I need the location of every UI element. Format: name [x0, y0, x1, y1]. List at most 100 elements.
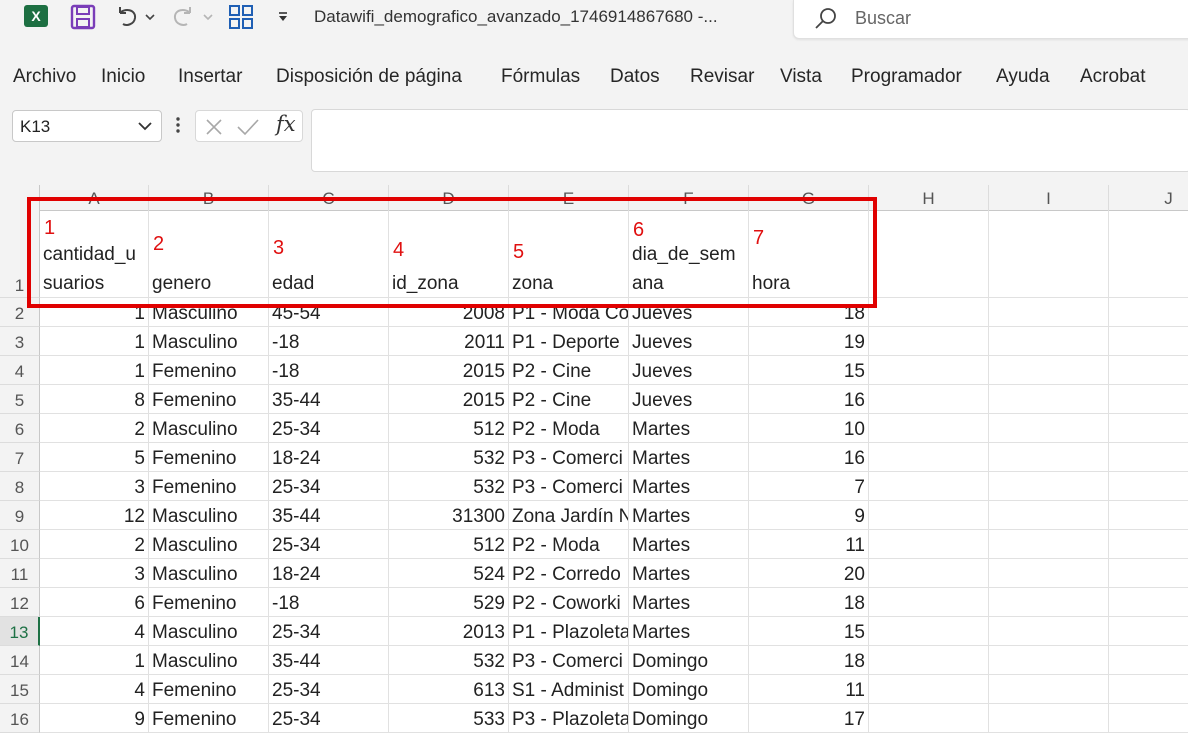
cell-zona[interactable]: S1 - Administ — [509, 675, 629, 704]
row-header-16[interactable]: 16 — [0, 704, 40, 733]
search-box[interactable]: Buscar — [793, 0, 1188, 39]
tab-ayuda[interactable]: Ayuda — [996, 66, 1050, 88]
cell-dia[interactable]: Martes — [629, 472, 749, 501]
cell-cantidad[interactable]: 1 — [40, 298, 149, 327]
cell-edad[interactable]: 25-34 — [269, 675, 389, 704]
chevron-down-icon[interactable] — [137, 119, 153, 137]
col-header-h[interactable]: H — [869, 185, 989, 211]
customize-icon[interactable] — [276, 4, 290, 30]
tab-archivo[interactable]: Archivo — [13, 66, 76, 88]
tab-disposicion[interactable]: Disposición de página — [276, 66, 462, 88]
row-header-12[interactable]: 12 — [0, 588, 40, 617]
cell-hora[interactable]: 18 — [749, 588, 869, 617]
cell-cantidad[interactable]: 1 — [40, 356, 149, 385]
row-header-6[interactable]: 6 — [0, 414, 40, 443]
header-cell[interactable]: 1 cantidad_u suarios — [40, 211, 149, 298]
cell-zona[interactable]: P2 - Moda — [509, 530, 629, 559]
cell-hora[interactable]: 15 — [749, 356, 869, 385]
cell-zona[interactable]: P1 - Plazoleta — [509, 617, 629, 646]
empty-cell[interactable] — [1109, 472, 1188, 501]
col-header-b[interactable]: B — [149, 185, 269, 211]
cell-dia[interactable]: Martes — [629, 501, 749, 530]
empty-cell[interactable] — [1109, 414, 1188, 443]
empty-cell[interactable] — [869, 530, 989, 559]
cell-dia[interactable]: Domingo — [629, 646, 749, 675]
cell-genero[interactable]: Femenino — [149, 385, 269, 414]
empty-cell[interactable] — [989, 327, 1109, 356]
cell-id-zona[interactable]: 2015 — [389, 356, 509, 385]
empty-cell[interactable] — [1109, 443, 1188, 472]
empty-cell[interactable] — [869, 298, 989, 327]
empty-cell[interactable] — [1109, 559, 1188, 588]
select-all-corner[interactable] — [0, 185, 40, 211]
cell-cantidad[interactable]: 8 — [40, 385, 149, 414]
cancel-icon[interactable] — [204, 117, 224, 142]
empty-cell[interactable] — [869, 385, 989, 414]
cell-id-zona[interactable]: 512 — [389, 530, 509, 559]
cell-genero[interactable]: Masculino — [149, 414, 269, 443]
row-header-3[interactable]: 3 — [0, 327, 40, 356]
cell-genero[interactable]: Femenino — [149, 472, 269, 501]
cell-zona[interactable]: P1 - Deporte — [509, 327, 629, 356]
redo-dropdown-icon[interactable] — [202, 4, 214, 30]
empty-cell[interactable] — [1109, 356, 1188, 385]
row-header-15[interactable]: 15 — [0, 675, 40, 704]
formula-input[interactable] — [311, 109, 1188, 172]
cell-cantidad[interactable]: 12 — [40, 501, 149, 530]
row-header-11[interactable]: 11 — [0, 559, 40, 588]
empty-cell[interactable] — [989, 675, 1109, 704]
col-header-i[interactable]: I — [989, 185, 1109, 211]
cell-cantidad[interactable]: 9 — [40, 704, 149, 733]
cell-dia[interactable]: Martes — [629, 588, 749, 617]
cell-zona[interactable]: P3 - Comerci — [509, 443, 629, 472]
empty-cell[interactable] — [1109, 588, 1188, 617]
cell-cantidad[interactable]: 2 — [40, 530, 149, 559]
col-header-g[interactable]: G — [749, 185, 869, 211]
cell-genero[interactable]: Femenino — [149, 356, 269, 385]
header-cell[interactable]: 6 dia_de_sem ana — [629, 211, 749, 298]
cell-id-zona[interactable]: 2013 — [389, 617, 509, 646]
row-header-4[interactable]: 4 — [0, 356, 40, 385]
empty-cell[interactable] — [1109, 646, 1188, 675]
tab-acrobat[interactable]: Acrobat — [1080, 66, 1145, 88]
col-header-f[interactable]: F — [629, 185, 749, 211]
empty-cell[interactable] — [989, 501, 1109, 530]
header-cell[interactable]: 5 zona — [509, 211, 629, 298]
cell-edad[interactable]: 25-34 — [269, 617, 389, 646]
cell-edad[interactable]: -18 — [269, 327, 389, 356]
cell-id-zona[interactable]: 613 — [389, 675, 509, 704]
cell-id-zona[interactable]: 31300 — [389, 501, 509, 530]
cell-id-zona[interactable]: 2011 — [389, 327, 509, 356]
cell-id-zona[interactable]: 2008 — [389, 298, 509, 327]
cell-genero[interactable]: Femenino — [149, 675, 269, 704]
cell-id-zona[interactable]: 524 — [389, 559, 509, 588]
empty-cell[interactable] — [869, 356, 989, 385]
cell-genero[interactable]: Masculino — [149, 559, 269, 588]
empty-cell[interactable] — [989, 385, 1109, 414]
empty-cell[interactable] — [869, 675, 989, 704]
header-cell[interactable]: 3 edad — [269, 211, 389, 298]
header-cell[interactable]: 7 hora — [749, 211, 869, 298]
cell-hora[interactable]: 20 — [749, 559, 869, 588]
cell-zona[interactable]: Zona Jardín N — [509, 501, 629, 530]
cell-dia[interactable]: Domingo — [629, 704, 749, 733]
cell-hora[interactable]: 9 — [749, 501, 869, 530]
cell-genero[interactable]: Masculino — [149, 327, 269, 356]
cell-dia[interactable]: Jueves — [629, 356, 749, 385]
col-header-j[interactable]: J — [1109, 185, 1188, 211]
cell-dia[interactable]: Martes — [629, 443, 749, 472]
redo-icon[interactable] — [170, 4, 196, 30]
header-cell[interactable]: 2 genero — [149, 211, 269, 298]
more-options-icon[interactable] — [176, 116, 180, 139]
cell-edad[interactable]: -18 — [269, 356, 389, 385]
row-header-2[interactable]: 2 — [0, 298, 40, 327]
empty-cell[interactable] — [989, 414, 1109, 443]
cell-dia[interactable]: Domingo — [629, 675, 749, 704]
cell-edad[interactable]: 35-44 — [269, 646, 389, 675]
tab-vista[interactable]: Vista — [780, 66, 822, 88]
empty-cell[interactable] — [989, 356, 1109, 385]
cell-zona[interactable]: P3 - Comerci — [509, 646, 629, 675]
tab-insertar[interactable]: Insertar — [178, 66, 242, 88]
cell-id-zona[interactable]: 533 — [389, 704, 509, 733]
tab-revisar[interactable]: Revisar — [690, 66, 754, 88]
